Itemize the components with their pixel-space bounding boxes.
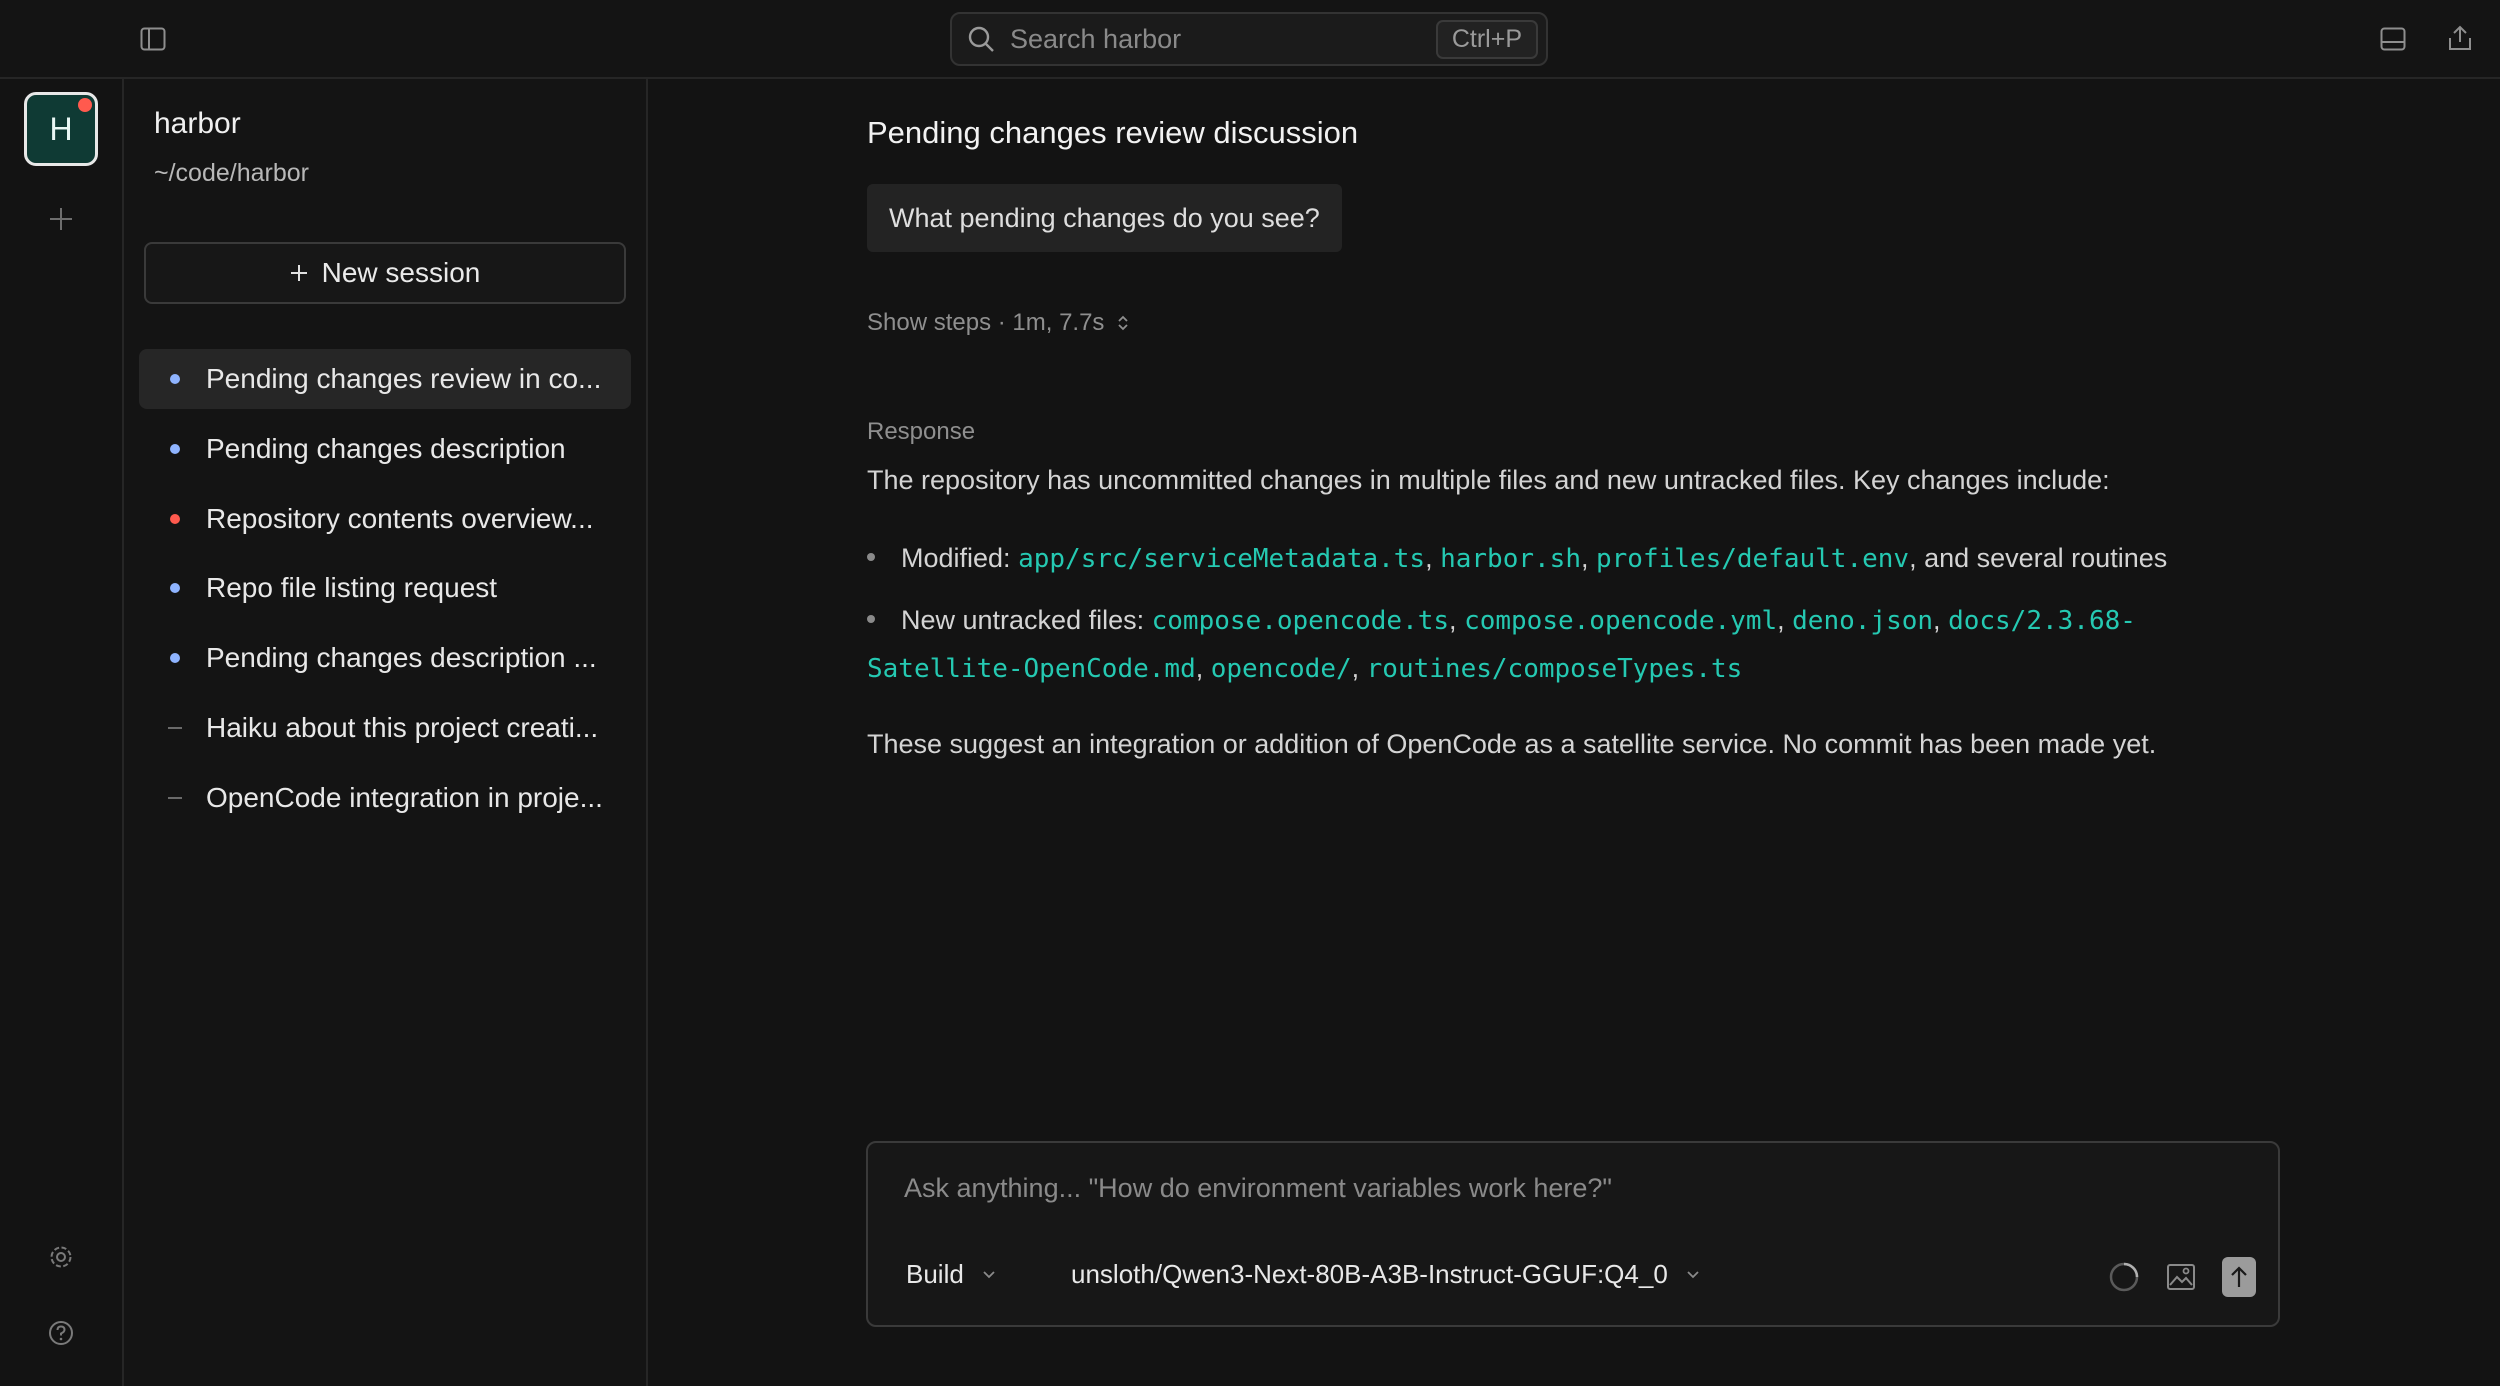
new-session-button[interactable]: New session xyxy=(144,242,626,304)
new-session-label: New session xyxy=(321,257,481,288)
session-status-dot xyxy=(170,444,180,454)
prompt-composer[interactable]: Ask anything... "How do environment vari… xyxy=(866,1141,2280,1327)
search-icon xyxy=(968,26,994,52)
session-status-dot xyxy=(170,374,180,384)
session-item[interactable]: Pending changes description xyxy=(139,419,631,479)
show-steps-toggle[interactable]: Show steps · 1m, 7.7s xyxy=(867,309,1130,337)
chevron-down-icon xyxy=(983,1270,995,1278)
response-intro: The repository has uncommitted changes i… xyxy=(867,465,2110,495)
notification-dot xyxy=(78,98,92,112)
project-rail: H xyxy=(0,79,124,1386)
toggle-sidebar-button[interactable] xyxy=(138,24,168,54)
mode-label: Build xyxy=(906,1259,964,1289)
file-path: Satellite-OpenCode.md xyxy=(867,654,1196,684)
top-bar: Search harbor Ctrl+P xyxy=(0,0,2500,79)
session-label: Pending changes review in co... xyxy=(206,363,602,394)
modified-files-item: Modified: app/src/serviceMetadata.ts, ha… xyxy=(867,535,2367,583)
project-path: ~/code/harbor xyxy=(154,159,309,187)
toggle-panel-button[interactable] xyxy=(2378,24,2408,54)
file-path: app/src/serviceMetadata.ts xyxy=(1018,544,1426,574)
bullet-dot xyxy=(867,552,875,561)
model-label: unsloth/Qwen3-Next-80B-A3B-Instruct-GGUF… xyxy=(1071,1259,1668,1289)
session-item[interactable]: Pending changes description ... xyxy=(139,628,631,688)
project-name: harbor xyxy=(154,107,241,140)
file-path: compose.opencode.yml xyxy=(1464,606,1778,636)
user-message: What pending changes do you see? xyxy=(867,184,1342,252)
help-button[interactable] xyxy=(45,1317,77,1349)
session-label: Repo file listing request xyxy=(206,572,498,603)
share-button[interactable] xyxy=(2445,22,2475,54)
untracked-label: New untracked files: xyxy=(901,605,1145,635)
chevron-up-down-icon xyxy=(1118,315,1129,331)
panel-layout-icon xyxy=(2380,27,2406,51)
search-shortcut-badge: Ctrl+P xyxy=(1435,19,1538,59)
session-status-dash xyxy=(168,727,182,729)
modified-label: Modified: xyxy=(901,543,1011,573)
mode-selector[interactable]: Build xyxy=(906,1259,996,1290)
session-label: OpenCode integration in proje... xyxy=(206,782,603,813)
session-status-dash xyxy=(168,797,182,799)
file-path: opencode/ xyxy=(1210,654,1352,684)
add-project-button[interactable] xyxy=(45,203,77,235)
model-selector[interactable]: unsloth/Qwen3-Next-80B-A3B-Instruct-GGUF… xyxy=(1071,1259,1700,1290)
session-label: Pending changes description ... xyxy=(206,642,597,673)
plus-icon xyxy=(50,208,72,230)
file-path: deno.json xyxy=(1792,606,1934,636)
prompt-placeholder[interactable]: Ask anything... "How do environment vari… xyxy=(904,1173,1612,1204)
project-avatar-button[interactable]: H xyxy=(24,92,98,166)
bullet-dot xyxy=(867,614,875,623)
session-sidebar: harbor ~/code/harbor New session Pending… xyxy=(124,79,648,1386)
file-path: docs/2.3.68- xyxy=(1948,606,2136,636)
response-conclusion: These suggest an integration or addition… xyxy=(867,729,2157,759)
conversation-panel: Pending changes review discussion What p… xyxy=(648,79,2500,1386)
settings-button[interactable] xyxy=(45,1241,77,1273)
attach-image-icon[interactable] xyxy=(2166,1263,2196,1291)
project-initial: H xyxy=(49,110,73,147)
search-input[interactable]: Search harbor Ctrl+P xyxy=(950,12,1548,66)
session-status-dot xyxy=(170,514,180,524)
share-icon xyxy=(2449,25,2471,50)
steps-label: Show steps · 1m, 7.7s xyxy=(867,309,1105,336)
untracked-files-item: New untracked files: compose.opencode.ts… xyxy=(867,605,2136,684)
file-path: profiles/default.env xyxy=(1596,544,1910,574)
composer-tools xyxy=(2108,1257,2256,1297)
file-path: compose.opencode.ts xyxy=(1151,606,1450,636)
session-item[interactable]: Haiku about this project creati... xyxy=(139,698,631,758)
session-label: Repository contents overview... xyxy=(206,503,594,534)
session-status-dot xyxy=(170,653,180,663)
send-button[interactable] xyxy=(2222,1257,2256,1297)
session-status-dot xyxy=(170,583,180,593)
plus-icon xyxy=(290,265,307,281)
session-label: Haiku about this project creati... xyxy=(206,712,599,743)
session-item[interactable]: Repo file listing request xyxy=(139,558,631,618)
arrow-up-icon xyxy=(2231,1266,2247,1287)
sidebar-toggle-icon xyxy=(140,27,166,51)
session-label: Pending changes description xyxy=(206,433,566,464)
modified-suffix: , and several routines xyxy=(1909,543,2168,573)
search-placeholder: Search harbor xyxy=(1010,23,1182,54)
response-label: Response xyxy=(867,418,976,445)
session-title: Pending changes review discussion xyxy=(867,115,1359,150)
chevron-down-icon xyxy=(1687,1270,1699,1278)
file-path: harbor.sh xyxy=(1440,544,1581,574)
session-item[interactable]: Pending changes review in co... xyxy=(139,349,631,409)
help-icon xyxy=(49,1321,73,1345)
session-item[interactable]: OpenCode integration in proje... xyxy=(139,768,631,828)
loading-spinner-icon xyxy=(2109,1262,2139,1292)
session-item[interactable]: Repository contents overview... xyxy=(139,489,631,549)
gear-icon xyxy=(50,1246,72,1268)
file-path: routines/composeTypes.ts xyxy=(1366,654,1743,684)
